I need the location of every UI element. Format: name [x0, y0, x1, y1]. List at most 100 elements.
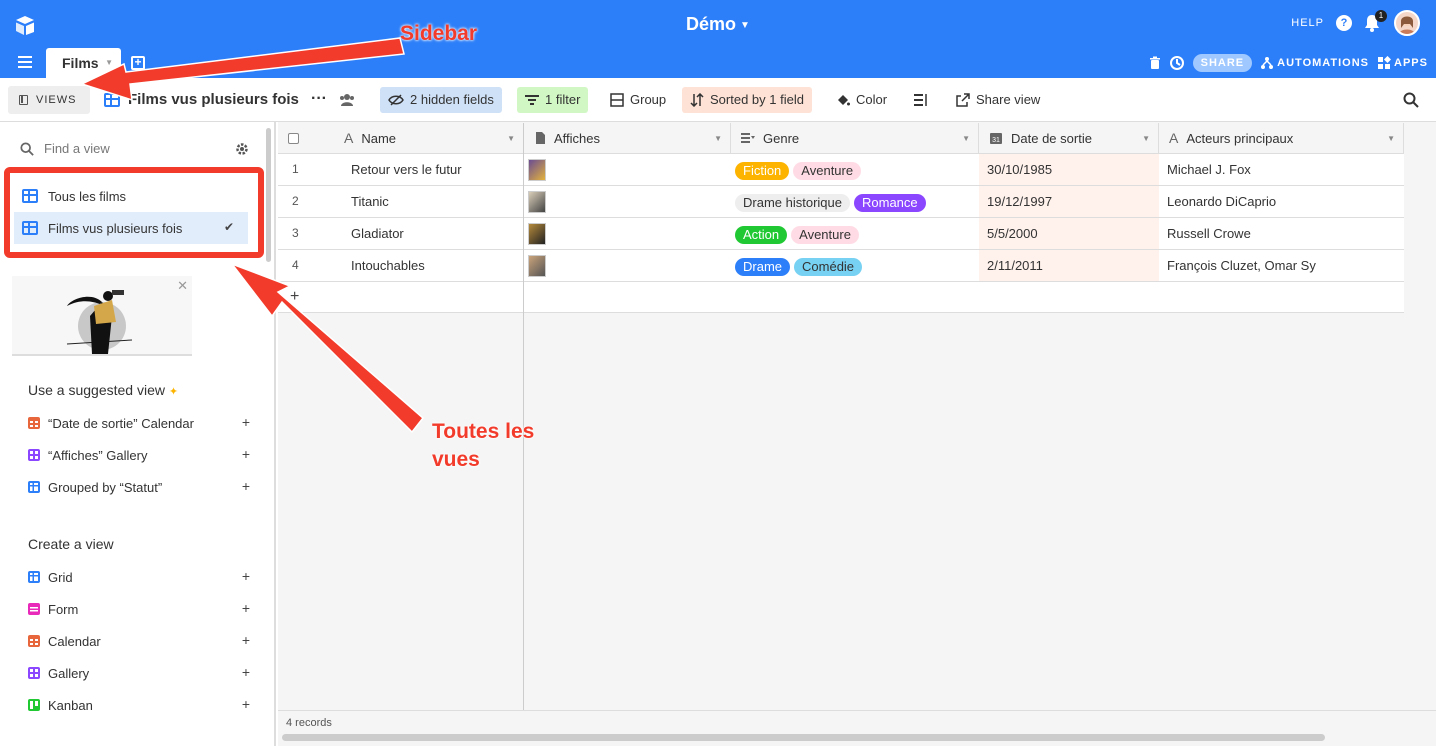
- trash-icon[interactable]: [1149, 56, 1161, 70]
- base-title[interactable]: Démo ▼: [0, 14, 1436, 35]
- form-icon: [28, 603, 40, 615]
- filter-button[interactable]: 1 filter: [517, 87, 589, 113]
- suggested-view-item[interactable]: “Date de sortie” Calendar +: [28, 412, 250, 434]
- cell-affiches[interactable]: [524, 218, 731, 249]
- column-header[interactable]: A Name ▼: [334, 123, 524, 154]
- cell-name[interactable]: Retour vers le futur: [343, 154, 523, 185]
- cell-actors[interactable]: François Cluzet, Omar Sy: [1159, 250, 1404, 281]
- column-header[interactable]: Genre ▼: [731, 123, 979, 154]
- search-icon[interactable]: [1403, 92, 1419, 108]
- cell-actors[interactable]: Leonardo DiCaprio: [1159, 186, 1404, 217]
- table-row[interactable]: 1 Retour vers le futur Fiction Aventure 30/1…: [278, 154, 1404, 186]
- suggested-view-item[interactable]: Grouped by “Statut” +: [28, 476, 250, 498]
- poster-thumbnail[interactable]: [528, 191, 546, 213]
- color-button[interactable]: Color: [828, 87, 895, 113]
- automations-icon: [1261, 57, 1274, 69]
- column-header[interactable]: A Acteurs principaux ▼: [1159, 123, 1404, 154]
- cell-name[interactable]: Intouchables: [343, 250, 523, 281]
- cell-affiches[interactable]: [524, 186, 731, 217]
- add-icon[interactable]: +: [242, 632, 250, 648]
- poster-thumbnail[interactable]: [528, 255, 546, 277]
- share-view-button[interactable]: Share view: [948, 87, 1048, 113]
- add-icon[interactable]: +: [242, 568, 250, 584]
- cell-actors[interactable]: Michael J. Fox: [1159, 154, 1404, 185]
- hamburger-menu-icon[interactable]: [18, 56, 32, 68]
- row-height-button[interactable]: [906, 87, 936, 113]
- suggested-view-title: Use a suggested view ✦: [28, 382, 179, 398]
- add-icon[interactable]: +: [242, 446, 250, 462]
- more-options-icon[interactable]: ···: [311, 90, 327, 108]
- cell-name[interactable]: Gladiator: [343, 218, 523, 249]
- create-view-gallery[interactable]: Gallery +: [28, 662, 250, 684]
- cell-affiches[interactable]: [524, 250, 731, 281]
- cell-date[interactable]: 5/5/2000: [979, 218, 1159, 249]
- add-record-row[interactable]: +: [278, 282, 1404, 313]
- group-button[interactable]: Group: [602, 87, 674, 113]
- hidden-fields-button[interactable]: 2 hidden fields: [380, 87, 502, 113]
- add-icon[interactable]: +: [242, 414, 250, 430]
- cell-genre[interactable]: Fiction Aventure: [731, 154, 979, 185]
- select-all-checkbox[interactable]: [278, 123, 334, 154]
- table-row[interactable]: 4 Intouchables Drame Comédie 2/11/2011 Franço…: [278, 250, 1404, 282]
- create-view-label: Form: [48, 601, 79, 617]
- poster-thumbnail[interactable]: [528, 223, 546, 245]
- create-view-kanban[interactable]: Kanban +: [28, 694, 250, 716]
- date-field-icon: 31: [990, 133, 1002, 144]
- cell-date[interactable]: 30/10/1985: [979, 154, 1159, 185]
- find-view-input[interactable]: Find a view: [20, 141, 110, 156]
- chevron-down-icon[interactable]: ▼: [1142, 134, 1150, 143]
- column-header-label: Affiches: [554, 130, 601, 146]
- bell-icon[interactable]: 1: [1364, 10, 1387, 32]
- column-header[interactable]: Affiches ▼: [524, 123, 731, 154]
- close-icon[interactable]: ✕: [177, 278, 188, 294]
- cell-date[interactable]: 2/11/2011: [979, 250, 1159, 281]
- horizontal-scrollbar[interactable]: [282, 734, 1325, 741]
- column-header[interactable]: 31 Date de sortie ▼: [979, 123, 1159, 154]
- add-icon[interactable]: +: [242, 664, 250, 680]
- collaborators-icon[interactable]: [339, 93, 355, 107]
- tab-films[interactable]: Films ▼: [46, 48, 121, 78]
- cell-affiches[interactable]: [524, 154, 731, 185]
- cell-actors[interactable]: Russell Crowe: [1159, 218, 1404, 249]
- paint-bucket-icon: [838, 95, 850, 106]
- share-button[interactable]: SHARE: [1192, 54, 1253, 72]
- record-count: 4 records: [286, 717, 332, 729]
- annotation-views-label-1: Toutes les: [432, 420, 535, 443]
- cell-genre[interactable]: Drame Comédie: [731, 250, 979, 281]
- chevron-down-icon[interactable]: ▼: [507, 134, 515, 143]
- sort-button[interactable]: Sorted by 1 field: [682, 87, 812, 113]
- chevron-down-icon[interactable]: ▼: [714, 134, 722, 143]
- cell-date[interactable]: 19/12/1997: [979, 186, 1159, 217]
- poster-thumbnail[interactable]: [528, 159, 546, 181]
- hidden-eye-icon: [388, 94, 404, 106]
- filter-icon: [525, 95, 539, 105]
- help-icon[interactable]: ?: [1336, 15, 1352, 31]
- add-table-button[interactable]: +: [131, 56, 145, 70]
- gear-icon[interactable]: [235, 142, 249, 156]
- chevron-down-icon[interactable]: ▼: [962, 134, 970, 143]
- automations-button[interactable]: AUTOMATIONS: [1260, 56, 1369, 70]
- help-label[interactable]: HELP: [1291, 17, 1324, 29]
- table-row[interactable]: 2 Titanic Drame historique Romance 19/12/199…: [278, 186, 1404, 218]
- add-icon[interactable]: +: [242, 696, 250, 712]
- suggested-view-item[interactable]: “Affiches” Gallery +: [28, 444, 250, 466]
- add-icon[interactable]: +: [242, 600, 250, 616]
- cell-genre[interactable]: Drame historique Romance: [731, 186, 979, 217]
- kanban-icon: [28, 699, 40, 711]
- add-icon[interactable]: +: [242, 478, 250, 494]
- create-view-grid[interactable]: Grid +: [28, 566, 250, 588]
- views-toggle-button[interactable]: VIEWS: [8, 86, 90, 114]
- cell-name[interactable]: Titanic: [343, 186, 523, 217]
- sidebar-scrollbar[interactable]: [266, 128, 271, 262]
- current-view-title[interactable]: Films vus plusieurs fois: [104, 91, 299, 108]
- chevron-down-icon[interactable]: ▼: [105, 48, 113, 78]
- user-avatar[interactable]: [1394, 10, 1420, 36]
- apps-button[interactable]: APPS: [1377, 56, 1428, 70]
- create-view-calendar[interactable]: Calendar +: [28, 630, 250, 652]
- history-icon[interactable]: [1169, 55, 1185, 71]
- create-view-form[interactable]: Form +: [28, 598, 250, 620]
- top-right-actions: HELP ? 1: [1291, 10, 1420, 36]
- cell-genre[interactable]: Action Aventure: [731, 218, 979, 249]
- chevron-down-icon[interactable]: ▼: [1387, 134, 1395, 143]
- table-row[interactable]: 3 Gladiator Action Aventure 5/5/2000 Russell …: [278, 218, 1404, 250]
